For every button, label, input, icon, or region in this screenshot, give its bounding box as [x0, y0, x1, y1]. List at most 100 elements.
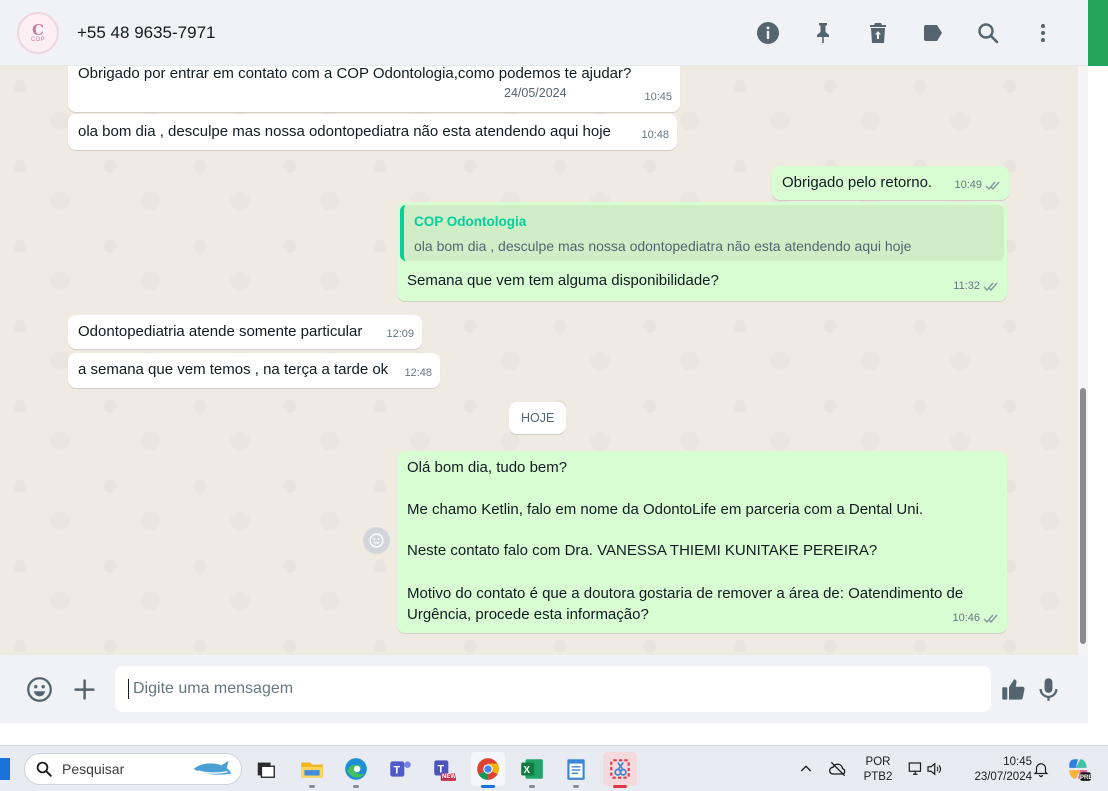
tray-overflow[interactable]: [792, 752, 820, 786]
window-accent-bar: [1088, 0, 1108, 66]
chat-scrollbar-thumb[interactable]: [1080, 388, 1086, 644]
message-time: 10:48: [641, 129, 669, 141]
message-incoming[interactable]: a semana que vem temos , na terça a tard…: [68, 353, 440, 388]
clock-date: 23/07/2024: [974, 771, 1032, 783]
plus-icon: [73, 678, 95, 700]
message-outgoing[interactable]: Olá bom dia, tudo bem? Me chamo Ketlin, …: [397, 451, 1007, 633]
notepad-icon: [567, 759, 585, 780]
delete-icon: [869, 23, 886, 43]
read-ticks-icon: [983, 282, 998, 291]
tray-clock[interactable]: 10:45 23/07/2024: [958, 755, 1032, 785]
message-list[interactable]: Obrigado por entrar em contato com a COP…: [0, 66, 1078, 655]
floating-date: 24/05/2024: [492, 81, 579, 105]
message-time: 10:46: [952, 608, 999, 628]
date-separator: HOJE: [509, 402, 567, 434]
like-button[interactable]: [997, 673, 1029, 705]
emoji-icon: [369, 533, 384, 548]
tray-language[interactable]: POR PTB2: [860, 755, 896, 785]
search-icon: [977, 23, 998, 44]
message-input[interactable]: [115, 666, 991, 712]
taskbar-search[interactable]: Pesquisar: [24, 753, 242, 785]
copilot-badge: PRE: [1080, 775, 1093, 781]
message-incoming[interactable]: Obrigado por entrar em contato com a COP…: [68, 66, 680, 112]
start-button[interactable]: [0, 758, 10, 780]
menu-button[interactable]: [1015, 14, 1070, 52]
svg-text:X: X: [524, 765, 531, 776]
text-caret: [128, 679, 129, 699]
cloud-offline-icon: [829, 761, 846, 777]
message-text: Semana que vem tem alguma disponibilidad…: [407, 272, 719, 289]
volume-icon: [927, 762, 942, 776]
taskbar-chrome[interactable]: [471, 752, 505, 788]
message-time: 12:48: [404, 367, 432, 379]
tray-copilot[interactable]: PRE: [1060, 752, 1096, 786]
teams-icon: T: [390, 761, 411, 777]
message-text: a semana que vem temos , na terça a tard…: [78, 361, 389, 378]
message-line: Me chamo Ketlin, falo em nome da OdontoL…: [407, 501, 924, 518]
teams-new-badge: NEW: [442, 774, 456, 780]
emoji-button[interactable]: [23, 673, 55, 705]
label-button[interactable]: [905, 14, 960, 52]
message-incoming[interactable]: ola bom dia , desculpe mas nossa odontop…: [68, 114, 677, 150]
read-ticks-icon: [983, 614, 998, 623]
message-line: Olá bom dia, tudo bem?: [407, 459, 568, 476]
taskbar-teams-new[interactable]: T NEW: [427, 752, 461, 786]
message-time: 12:09: [386, 328, 414, 340]
contact-name[interactable]: +55 48 9635-7971: [77, 23, 216, 43]
chat-header: C COP +55 48 9635-7971: [0, 0, 1088, 66]
search-button[interactable]: [960, 14, 1015, 52]
edge-browser-icon: [345, 758, 367, 780]
message-incoming[interactable]: Odontopediatria atende somente particula…: [68, 315, 422, 349]
taskbar-search-label: Pesquisar: [62, 761, 125, 777]
contact-avatar[interactable]: C COP: [17, 11, 59, 54]
microphone-icon: [1039, 677, 1057, 701]
taskbar-task-view[interactable]: [249, 752, 283, 786]
message-text: ola bom dia , desculpe mas nossa odontop…: [78, 123, 611, 140]
chevron-up-icon: [800, 765, 812, 772]
folder-icon: [301, 762, 323, 778]
attach-button[interactable]: [68, 673, 100, 705]
avatar-logo-letter: C: [32, 20, 44, 39]
excel-icon: X: [521, 759, 543, 779]
network-icon: [908, 762, 922, 775]
tray-onedrive[interactable]: [823, 752, 853, 786]
composer: [0, 655, 1088, 723]
menu-icon: [1040, 24, 1045, 42]
windows-taskbar: Pesquisar T T NEW X POR PTB2 10:45 23/07…: [0, 745, 1108, 791]
delete-button[interactable]: [850, 14, 905, 52]
quoted-author: COP Odontologia: [414, 214, 527, 229]
svg-text:T: T: [394, 764, 401, 776]
tray-notifications[interactable]: [1028, 752, 1054, 786]
taskbar-notepad[interactable]: [559, 752, 593, 788]
whale-icon: [193, 760, 232, 775]
window-gutter: [1088, 66, 1108, 723]
clock-time: 10:45: [1003, 756, 1032, 768]
language-code: POR: [865, 756, 891, 768]
info-button[interactable]: [740, 14, 795, 52]
search-icon: [36, 761, 52, 777]
snipping-tool-icon: [610, 759, 630, 779]
react-button[interactable]: [363, 527, 390, 554]
header-actions: [740, 14, 1070, 52]
taskbar-snipping-tool[interactable]: [603, 752, 637, 788]
keyboard-layout: PTB2: [863, 771, 893, 783]
avatar-logo-text: COP: [31, 36, 45, 43]
message-line: Neste contato falo com Dra. VANESSA THIE…: [407, 542, 878, 559]
voice-button[interactable]: [1032, 673, 1064, 705]
message-outgoing[interactable]: Obrigado pelo retorno. 10:49: [772, 166, 1009, 200]
bell-icon: [1033, 763, 1049, 778]
taskbar-file-explorer[interactable]: [295, 752, 329, 788]
taskbar-edge[interactable]: [339, 752, 373, 788]
label-icon: [923, 25, 942, 41]
taskbar-teams[interactable]: T: [383, 752, 417, 786]
quoted-message[interactable]: COP Odontologia ola bom dia , desculpe m…: [400, 205, 1004, 261]
window-bottom-gap: [0, 723, 1108, 745]
taskbar-excel[interactable]: X: [515, 752, 549, 788]
chrome-icon: [477, 758, 499, 780]
message-time: 11:32: [953, 276, 999, 296]
message-outgoing-reply[interactable]: COP Odontologia ola bom dia , desculpe m…: [397, 202, 1007, 301]
pin-button[interactable]: [795, 14, 850, 52]
message-time: 10:45: [644, 91, 672, 103]
tray-network-volume[interactable]: [900, 752, 950, 786]
message-line: Motivo do contato é que a doutora gostar…: [407, 585, 964, 623]
